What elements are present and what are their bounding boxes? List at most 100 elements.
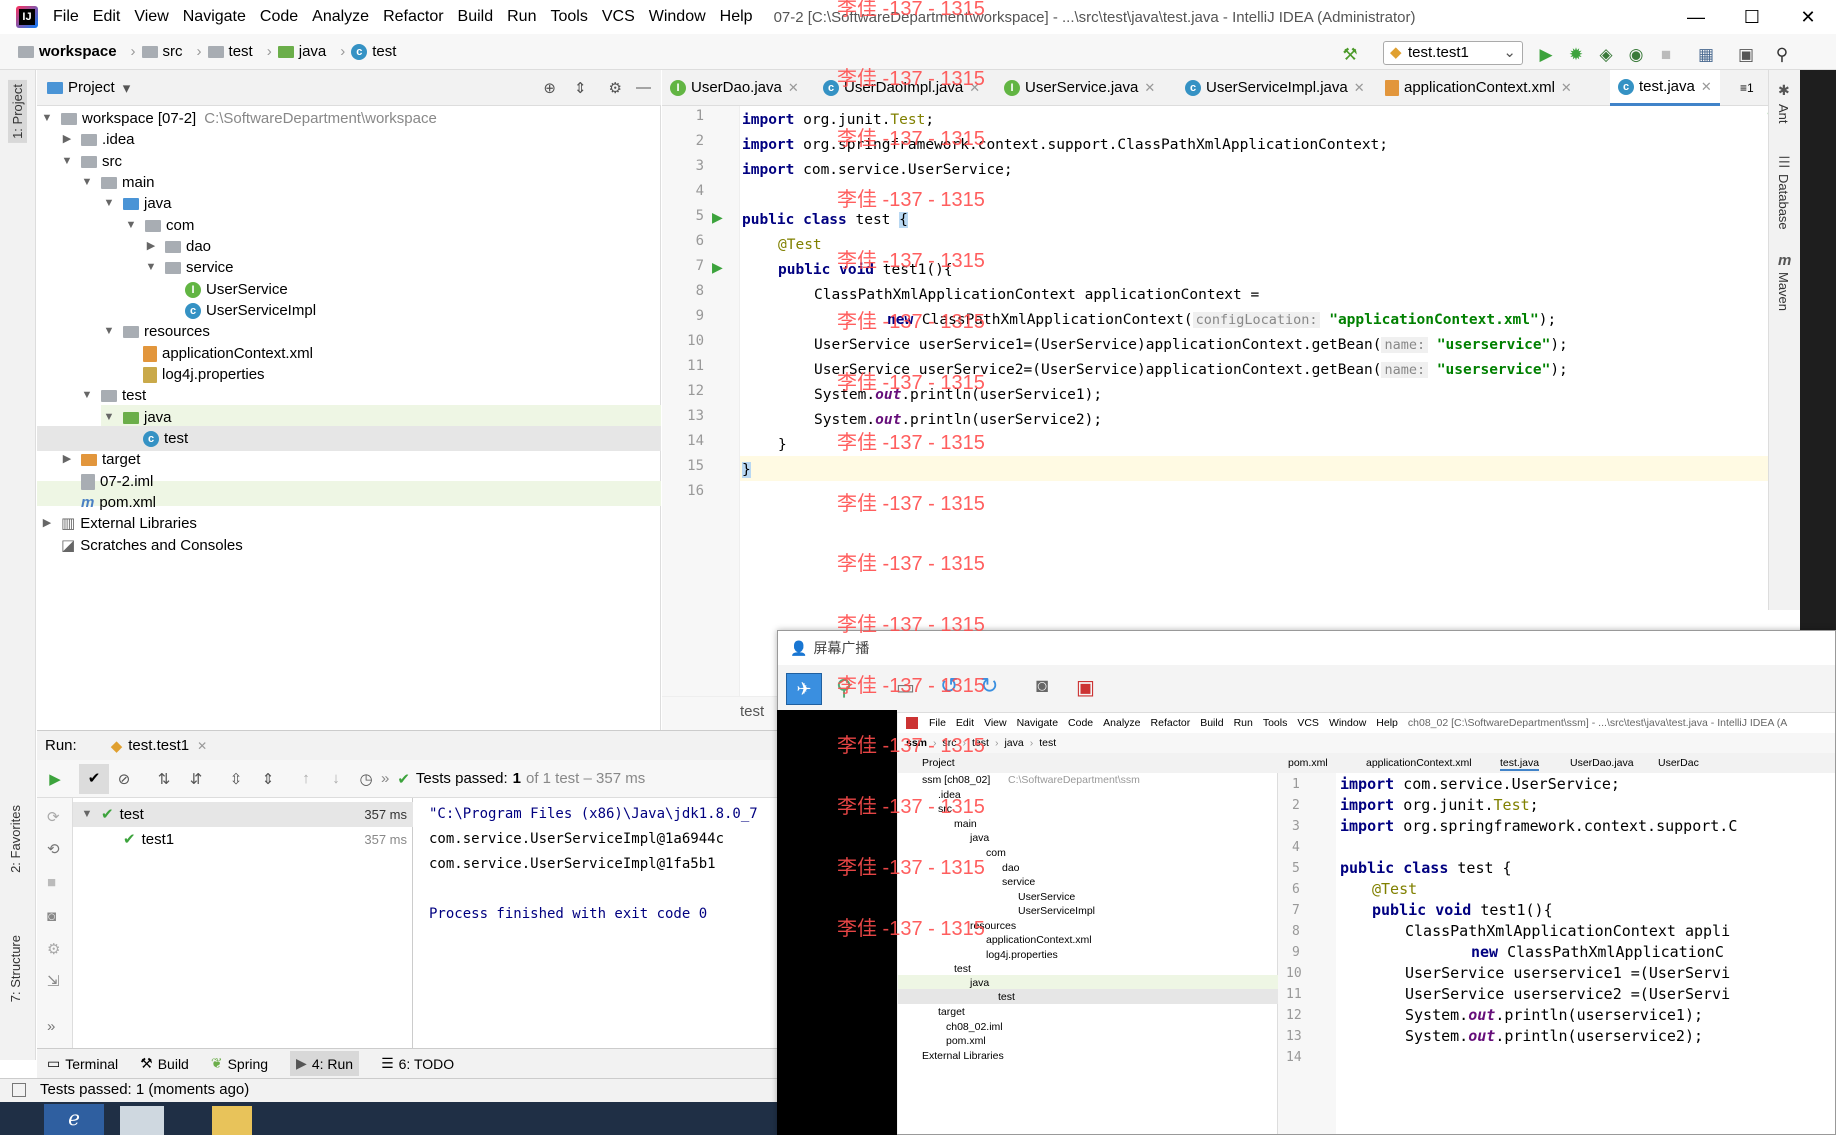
show-passed-icon[interactable]: ✔ xyxy=(79,763,109,794)
sort-by-duration-icon[interactable]: ⇵ xyxy=(181,770,211,788)
tab-structure[interactable]: 7: Structure xyxy=(8,935,23,1002)
chevron-down-icon[interactable]: ▾ xyxy=(123,79,131,97)
minimize-button[interactable]: — xyxy=(1668,7,1724,28)
build-hammer-icon[interactable]: ⚒ xyxy=(1340,45,1360,65)
debug-icon[interactable]: ✹ xyxy=(1566,45,1586,65)
menu-run[interactable]: Run xyxy=(500,8,543,26)
collapse-all-icon[interactable]: ⇕ xyxy=(574,79,587,97)
run-configuration-select[interactable]: ◆ test.test1 ⌄ xyxy=(1383,41,1523,65)
folder-icon xyxy=(101,176,117,189)
camera-icon[interactable]: ◙ xyxy=(47,908,56,925)
menu-tools[interactable]: Tools xyxy=(543,8,594,26)
menu-navigate[interactable]: Navigate xyxy=(176,8,253,26)
settings-gear-icon[interactable]: ⚙ xyxy=(47,940,60,958)
run-test-class-gutter-icon[interactable]: ▶ xyxy=(712,209,723,226)
close-tab-icon[interactable]: ✕ xyxy=(1701,69,1712,105)
tree-node-scratches[interactable]: ◪ Scratches and Consoles xyxy=(61,533,243,558)
tab-run[interactable]: ▶ 4: Run xyxy=(290,1051,360,1076)
tab-spring[interactable]: ❦ Spring xyxy=(211,1055,268,1072)
tab-build[interactable]: ⚒ Build xyxy=(140,1055,189,1072)
menu-build[interactable]: Build xyxy=(451,8,501,26)
breadcrumb-workspace[interactable]: workspace xyxy=(18,43,117,60)
menu-code[interactable]: Code xyxy=(253,8,305,26)
menu-file[interactable]: File xyxy=(46,8,86,26)
folder-taskbar-icon[interactable] xyxy=(212,1106,252,1135)
tab-todo[interactable]: ☰ 6: TODO xyxy=(381,1055,454,1072)
close-button[interactable]: ✕ xyxy=(1780,7,1836,28)
menu-refactor[interactable]: Refactor xyxy=(376,8,450,26)
close-run-tab-icon[interactable]: ✕ xyxy=(197,739,207,753)
project-view-selector[interactable]: Project xyxy=(68,79,115,96)
close-tab-icon[interactable]: ✕ xyxy=(1144,70,1155,106)
tab-overflow-menu[interactable]: ≡1 xyxy=(1732,70,1762,106)
test-history-icon[interactable]: ◷ xyxy=(351,770,381,788)
rerun-icon[interactable]: ▶ xyxy=(37,770,73,788)
close-tab-icon[interactable]: ✕ xyxy=(1561,70,1572,106)
more-icon[interactable]: » xyxy=(47,1018,55,1035)
rerun-failed-icon[interactable]: ⟳ xyxy=(47,808,60,826)
previous-test-icon[interactable]: ↑ xyxy=(291,770,321,787)
locate-file-icon[interactable]: ⊕ xyxy=(543,79,556,97)
exit-broadcast-icon[interactable]: ▣ xyxy=(1076,675,1095,700)
control-mode-icon[interactable]: ✈ xyxy=(786,673,822,705)
terminal-window-icon[interactable]: ▣ xyxy=(1736,45,1756,65)
windows-taskbar: ℯ xyxy=(0,1102,777,1135)
tab-favorites[interactable]: 2: Favorites xyxy=(8,805,23,873)
project-structure-icon[interactable]: ▦ xyxy=(1696,45,1716,65)
menu-help[interactable]: Help xyxy=(713,8,760,26)
snapshot-camera-icon[interactable]: ◙ xyxy=(1036,675,1048,698)
settings-gear-icon[interactable]: ⚙ xyxy=(609,79,622,97)
stop-icon[interactable]: ■ xyxy=(47,874,56,891)
tab-project[interactable]: 1: Project xyxy=(8,80,27,143)
search-everywhere-icon[interactable]: ⚲ xyxy=(1772,45,1792,65)
run-icon[interactable]: ▶ xyxy=(1536,45,1556,65)
next-test-icon[interactable]: ↓ xyxy=(321,770,351,787)
sort-alphabetically-icon[interactable]: ⇅ xyxy=(147,770,181,788)
show-ignored-icon[interactable]: ⊘ xyxy=(109,770,139,788)
test-result-row[interactable]: ▼ ✔ test 357 ms xyxy=(73,802,413,827)
run-console[interactable]: "C:\Program Files (x86)\Java\jdk1.8.0_7 … xyxy=(413,798,777,1048)
tab-applicationcontext[interactable]: applicationContext.xml ✕ xyxy=(1377,70,1580,106)
run-tab-test-test1[interactable]: test.test1 xyxy=(128,737,189,754)
tab-userdao[interactable]: I UserDao.java ✕ xyxy=(662,70,807,106)
menu-window[interactable]: Window xyxy=(642,8,713,26)
more-actions-icon[interactable]: » xyxy=(381,770,389,787)
menu-vcs[interactable]: VCS xyxy=(595,8,642,26)
close-tab-icon[interactable]: ✕ xyxy=(1354,70,1365,106)
eclipse-taskbar-icon[interactable]: ℯ xyxy=(44,1104,104,1135)
menu-analyze[interactable]: Analyze xyxy=(305,8,376,26)
coverage-icon[interactable]: ◈ xyxy=(1596,45,1616,65)
hide-panel-icon[interactable]: — xyxy=(636,79,651,96)
right-tool-strip: ✱ Ant ☰ Database m Maven xyxy=(1768,70,1800,610)
tab-test-java[interactable]: c test.java ✕ xyxy=(1610,70,1720,106)
tab-userservice[interactable]: I UserService.java ✕ xyxy=(996,70,1163,106)
breadcrumb-test[interactable]: test xyxy=(207,43,253,60)
tab-database[interactable]: Database xyxy=(1776,174,1791,230)
file-taskbar-icon[interactable] xyxy=(120,1106,164,1135)
watermark-text: 李佳 -137 - 1315 xyxy=(837,0,985,20)
editor-breadcrumb[interactable]: test xyxy=(662,696,777,730)
broadcast-screen: File Edit View Navigate Code Analyze Ref… xyxy=(898,713,1835,1134)
collapse-all-icon[interactable]: ⇕ xyxy=(253,770,283,788)
tab-maven[interactable]: Maven xyxy=(1776,272,1791,311)
profile-icon[interactable]: ◉ xyxy=(1626,45,1646,65)
stop-icon[interactable]: ■ xyxy=(1656,45,1676,65)
tab-terminal[interactable]: ▭ Terminal xyxy=(47,1055,118,1072)
properties-file-icon xyxy=(143,366,157,383)
toggle-auto-test-icon[interactable]: ⟲ xyxy=(47,840,60,858)
tab-userserviceimpl[interactable]: c UserServiceImpl.java ✕ xyxy=(1177,70,1373,106)
breadcrumb-src[interactable]: src xyxy=(141,43,183,60)
breadcrumb-test-class[interactable]: c test xyxy=(351,43,396,60)
close-tab-icon[interactable]: ✕ xyxy=(788,70,799,106)
import-tests-icon[interactable]: ⇲ xyxy=(47,972,60,990)
run-test-method-gutter-icon[interactable]: ▶ xyxy=(712,259,723,276)
status-toggle-icon[interactable] xyxy=(12,1083,26,1097)
test-result-row[interactable]: ✔ test1 357 ms xyxy=(73,827,413,852)
breadcrumb-java[interactable]: java xyxy=(277,43,326,60)
expand-all-icon[interactable]: ⇳ xyxy=(219,770,253,788)
maximize-button[interactable]: ☐ xyxy=(1724,7,1780,28)
tree-node-log4j[interactable]: log4j.properties xyxy=(143,362,265,387)
menu-view[interactable]: View xyxy=(127,8,175,26)
menu-edit[interactable]: Edit xyxy=(86,8,128,26)
tab-ant[interactable]: Ant xyxy=(1776,104,1791,124)
